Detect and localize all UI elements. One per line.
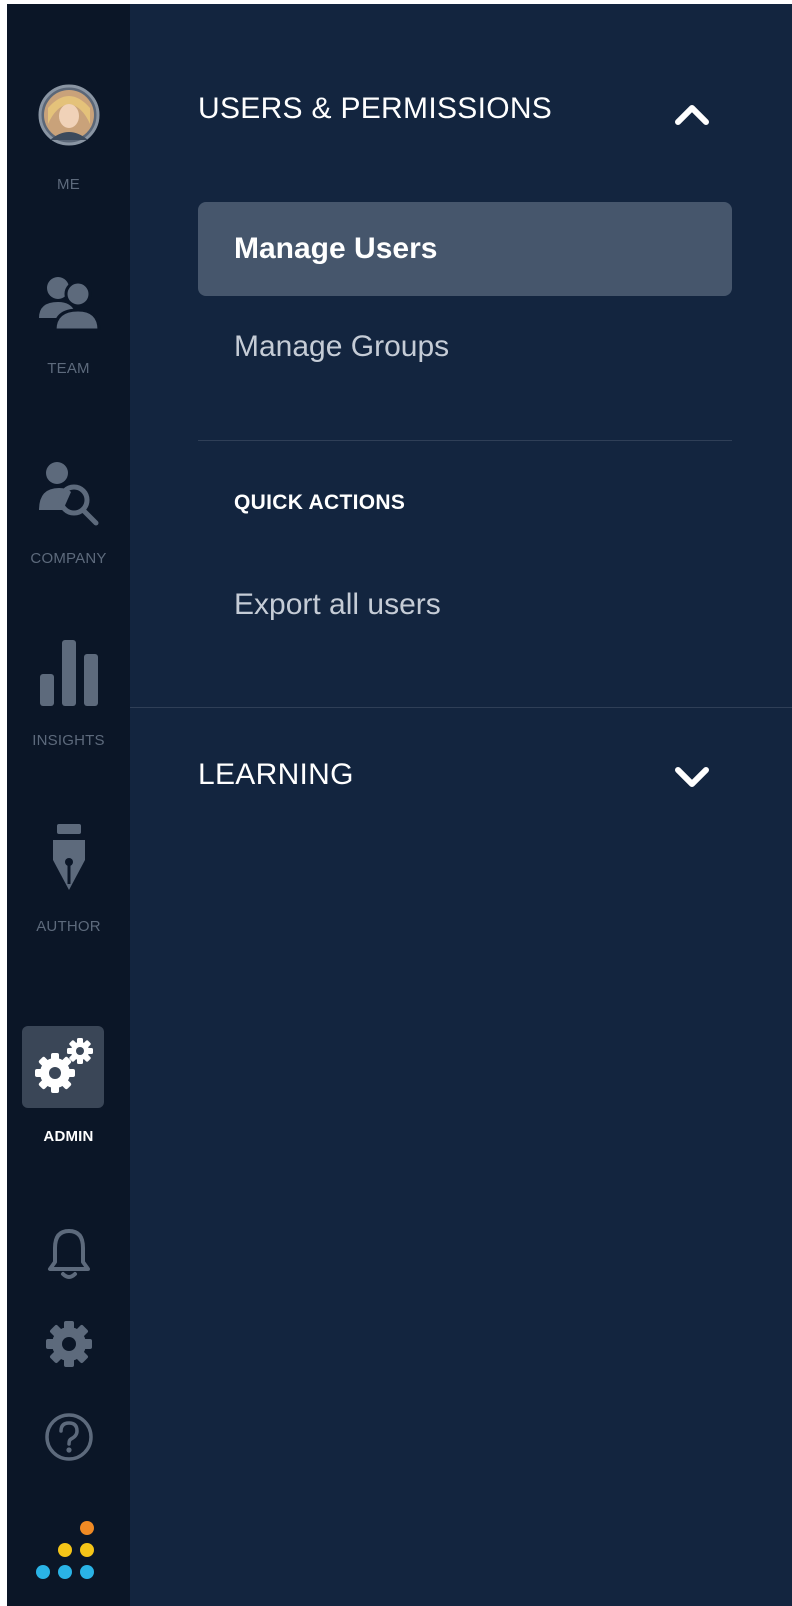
logo-dots-icon	[36, 1521, 94, 1579]
menu-item-manage-groups[interactable]: Manage Groups	[198, 300, 732, 394]
admin-menu-panel: USERS & PERMISSIONS Manage Users Manage …	[130, 4, 792, 1606]
rail-item-me[interactable]: ME	[7, 84, 130, 194]
help-icon[interactable]	[44, 1412, 94, 1462]
section-header-learning[interactable]: LEARNING	[130, 750, 792, 810]
section-header-users-permissions[interactable]: USERS & PERMISSIONS	[130, 84, 792, 144]
quick-actions-heading: QUICK ACTIONS	[234, 491, 406, 514]
left-rail: ME TEAM COMPANY INSIGHTS AUTHOR ADMIN	[7, 4, 130, 1606]
rail-label-insights: INSIGHTS	[32, 732, 105, 749]
gear-icon[interactable]	[45, 1320, 93, 1368]
gears-icon	[35, 1038, 93, 1093]
rail-item-company[interactable]: COMPANY	[7, 460, 130, 570]
rail-item-author[interactable]: AUTHOR	[7, 824, 130, 944]
rail-item-insights[interactable]: INSIGHTS	[7, 636, 130, 756]
company-search-icon	[38, 462, 98, 526]
avatar[interactable]	[38, 84, 100, 146]
bell-icon[interactable]	[47, 1228, 91, 1280]
section-divider	[198, 440, 732, 441]
rail-label-me: ME	[57, 176, 80, 193]
team-icon	[38, 277, 101, 332]
rail-label-team: TEAM	[47, 360, 90, 377]
pen-nib-icon	[52, 824, 85, 890]
section-title-users-permissions: USERS & PERMISSIONS	[198, 92, 553, 125]
chevron-down-icon[interactable]	[674, 766, 710, 790]
menu-item-export-all-users[interactable]: Export all users	[198, 558, 732, 652]
menu-item-manage-users[interactable]: Manage Users	[198, 202, 732, 296]
rail-label-author: AUTHOR	[36, 918, 101, 935]
rail-item-admin-highlight[interactable]	[22, 1026, 104, 1108]
rail-label-admin[interactable]: ADMIN	[7, 1128, 130, 1145]
rail-item-team[interactable]: TEAM	[7, 274, 130, 384]
chevron-up-icon[interactable]	[674, 102, 710, 126]
section-divider-full	[130, 707, 792, 708]
rail-label-company: COMPANY	[30, 550, 107, 567]
section-title-learning: LEARNING	[198, 758, 354, 791]
bar-chart-icon	[39, 640, 98, 706]
app-frame: ME TEAM COMPANY INSIGHTS AUTHOR ADMIN US…	[0, 0, 792, 1606]
